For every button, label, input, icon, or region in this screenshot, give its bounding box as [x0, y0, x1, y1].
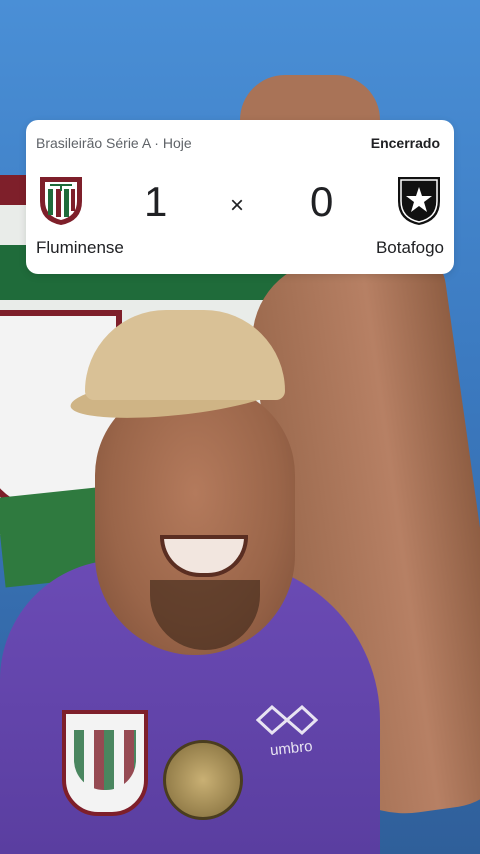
shirt-crest-icon	[62, 710, 148, 816]
home-team-name: Fluminense	[36, 238, 124, 257]
match-score-card[interactable]: Brasileirão Série A · Hoje Encerrado 1 ×…	[26, 120, 454, 274]
fluminense-crest-icon	[40, 177, 82, 225]
away-team-name: Botafogo	[375, 238, 444, 257]
home-score: 1	[144, 178, 168, 225]
botafogo-crest-icon	[398, 177, 440, 225]
libertadores-badge-icon	[163, 740, 243, 820]
match-status: Encerrado	[370, 135, 440, 151]
umbro-logo-icon	[256, 705, 318, 735]
away-score: 0	[310, 178, 334, 225]
league-label: Brasileirão Série A · Hoje	[36, 135, 192, 151]
score-separator: ×	[230, 192, 245, 219]
